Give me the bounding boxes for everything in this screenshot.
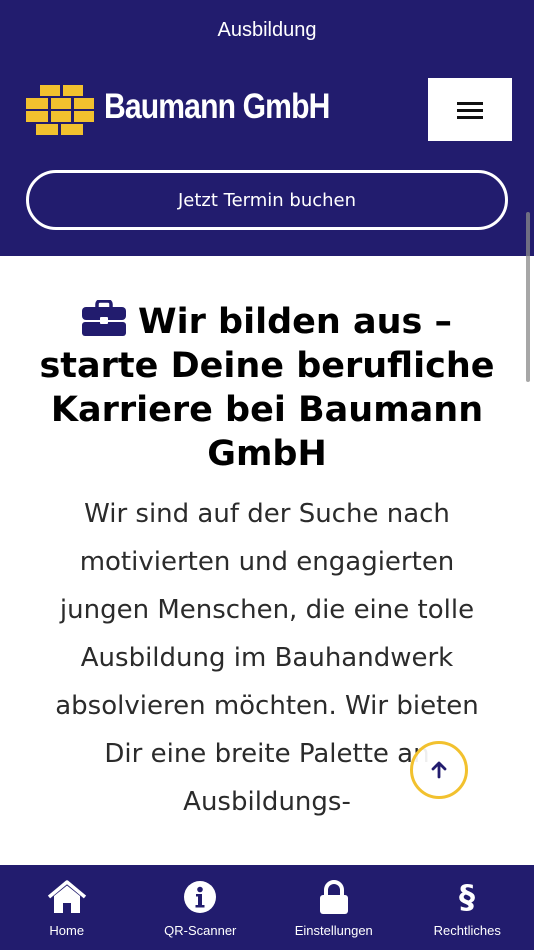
briefcase-icon [81,300,126,336]
brand-logo[interactable]: Baumann GmbH [26,84,330,136]
brick-logo-icon [26,85,94,135]
bottom-tab-bar: Home QR-Scanner Einstellungen § Rechtlic… [0,865,534,950]
lock-icon [319,880,348,914]
hamburger-icon [457,101,483,119]
scroll-to-top-button[interactable] [410,741,468,799]
book-appointment-button[interactable]: Jetzt Termin buchen [26,170,508,230]
app-header: Ausbildung Baumann GmbH Jetzt Termin buc… [0,0,534,256]
tab-qr-scanner[interactable]: QR-Scanner [134,865,268,950]
brand-name: Baumann GmbH [104,87,330,126]
scrollbar[interactable] [526,212,530,382]
tab-qr-scanner-label: QR-Scanner [164,923,237,938]
home-icon [47,880,86,913]
page-title: Ausbildung [217,19,317,41]
tab-settings[interactable]: Einstellungen [267,865,401,950]
info-icon [184,881,217,913]
svg-text:§: § [459,879,475,915]
tab-legal-label: Rechtliches [433,923,501,938]
main-heading: Wir bilden aus – starte Deine berufliche… [20,300,514,476]
menu-button[interactable] [428,78,512,141]
tab-home[interactable]: Home [0,865,134,950]
section-sign-icon: § [459,879,475,915]
tab-legal[interactable]: § Rechtliches [401,865,534,950]
tab-settings-label: Einstellungen [294,923,373,938]
arrow-up-icon [431,761,447,779]
tab-home-label: Home [49,923,85,938]
